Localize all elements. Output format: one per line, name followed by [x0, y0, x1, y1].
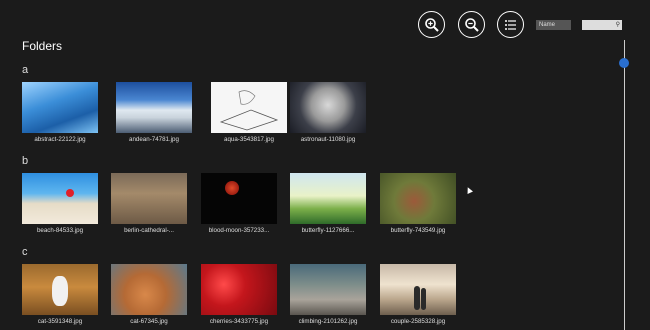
thumbnail-caption: couple-2585328.jpg	[390, 318, 446, 325]
zoom-in-button[interactable]	[418, 11, 445, 38]
thumbnail-caption: climbing-2101262.jpg	[298, 318, 358, 325]
thumbnail-blood-moon[interactable]: blood-moon-357233...	[201, 173, 277, 234]
thumbnail-aqua[interactable]: aqua-3543817.jpg	[211, 82, 287, 143]
thumbnail-image	[201, 173, 277, 224]
thumbnail-abstract[interactable]: abstract-22122.jpg	[22, 82, 98, 143]
thumbnail-caption: berlin-cathedral-...	[124, 227, 174, 234]
thumbnail-caption: beach-84533.jpg	[36, 227, 84, 234]
scrollbar-thumb[interactable]	[619, 58, 629, 68]
thumbnail-image	[116, 82, 192, 133]
page-title: Folders	[22, 39, 63, 53]
thumbnail-caption: cat-67345.jpg	[130, 318, 168, 325]
list-icon	[504, 19, 516, 30]
search-input[interactable]: ⚲	[582, 20, 622, 30]
zoom-out-icon	[464, 17, 479, 32]
group-header-c: c	[22, 246, 28, 258]
thumbnail-image	[290, 82, 366, 133]
thumbnail-caption: butterfly-1127666...	[301, 227, 355, 234]
thumbnail-image	[111, 264, 187, 315]
thumbnail-image	[22, 264, 98, 315]
thumbnail-astronaut[interactable]: astronaut-11080.jpg	[290, 82, 366, 143]
thumbnail-image	[290, 173, 366, 224]
thumbnail-andean[interactable]: andean-74781.jpg	[116, 82, 192, 143]
thumbnail-cherries[interactable]: cherries-3433775.jpg	[201, 264, 277, 325]
sort-dropdown[interactable]: Name	[536, 20, 571, 30]
zoom-out-button[interactable]	[458, 11, 485, 38]
thumbnail-butterfly-2[interactable]: butterfly-743549.jpg	[380, 173, 456, 234]
thumbnail-image	[211, 82, 287, 133]
thumbnail-couple[interactable]: couple-2585328.jpg	[380, 264, 456, 325]
thumbnail-caption: astronaut-11080.jpg	[300, 136, 356, 143]
thumbnail-image	[22, 173, 98, 224]
thumbnail-beach[interactable]: beach-84533.jpg	[22, 173, 98, 234]
thumbnail-image	[111, 173, 187, 224]
thumbnail-climbing[interactable]: climbing-2101262.jpg	[290, 264, 366, 325]
scrollbar-track[interactable]	[624, 40, 625, 330]
thumbnail-berlin-cathedral[interactable]: berlin-cathedral-...	[111, 173, 187, 234]
thumbnail-image	[290, 264, 366, 315]
list-view-button[interactable]	[497, 11, 524, 38]
thumbnail-caption: blood-moon-357233...	[208, 227, 270, 234]
thumbnail-image	[22, 82, 98, 133]
thumbnail-caption: cherries-3433775.jpg	[209, 318, 269, 325]
zoom-in-icon	[424, 17, 439, 32]
thumbnail-cat-1[interactable]: cat-3591348.jpg	[22, 264, 98, 325]
thumbnail-caption: andean-74781.jpg	[129, 136, 179, 143]
search-icon: ⚲	[615, 22, 620, 28]
thumbnail-image	[380, 264, 456, 315]
thumbnail-caption: abstract-22122.jpg	[34, 136, 86, 143]
group-header-a: a	[22, 64, 29, 76]
thumbnail-image	[201, 264, 277, 315]
mouse-cursor	[465, 186, 473, 194]
sort-label: Name	[539, 22, 556, 28]
thumbnail-butterfly-1[interactable]: butterfly-1127666...	[290, 173, 366, 234]
thumbnail-image	[380, 173, 456, 224]
thumbnail-cat-2[interactable]: cat-67345.jpg	[111, 264, 187, 325]
thumbnail-caption: cat-3591348.jpg	[37, 318, 83, 325]
group-header-b: b	[22, 155, 29, 167]
thumbnail-caption: butterfly-743549.jpg	[390, 227, 446, 234]
thumbnail-caption: aqua-3543817.jpg	[224, 136, 274, 143]
